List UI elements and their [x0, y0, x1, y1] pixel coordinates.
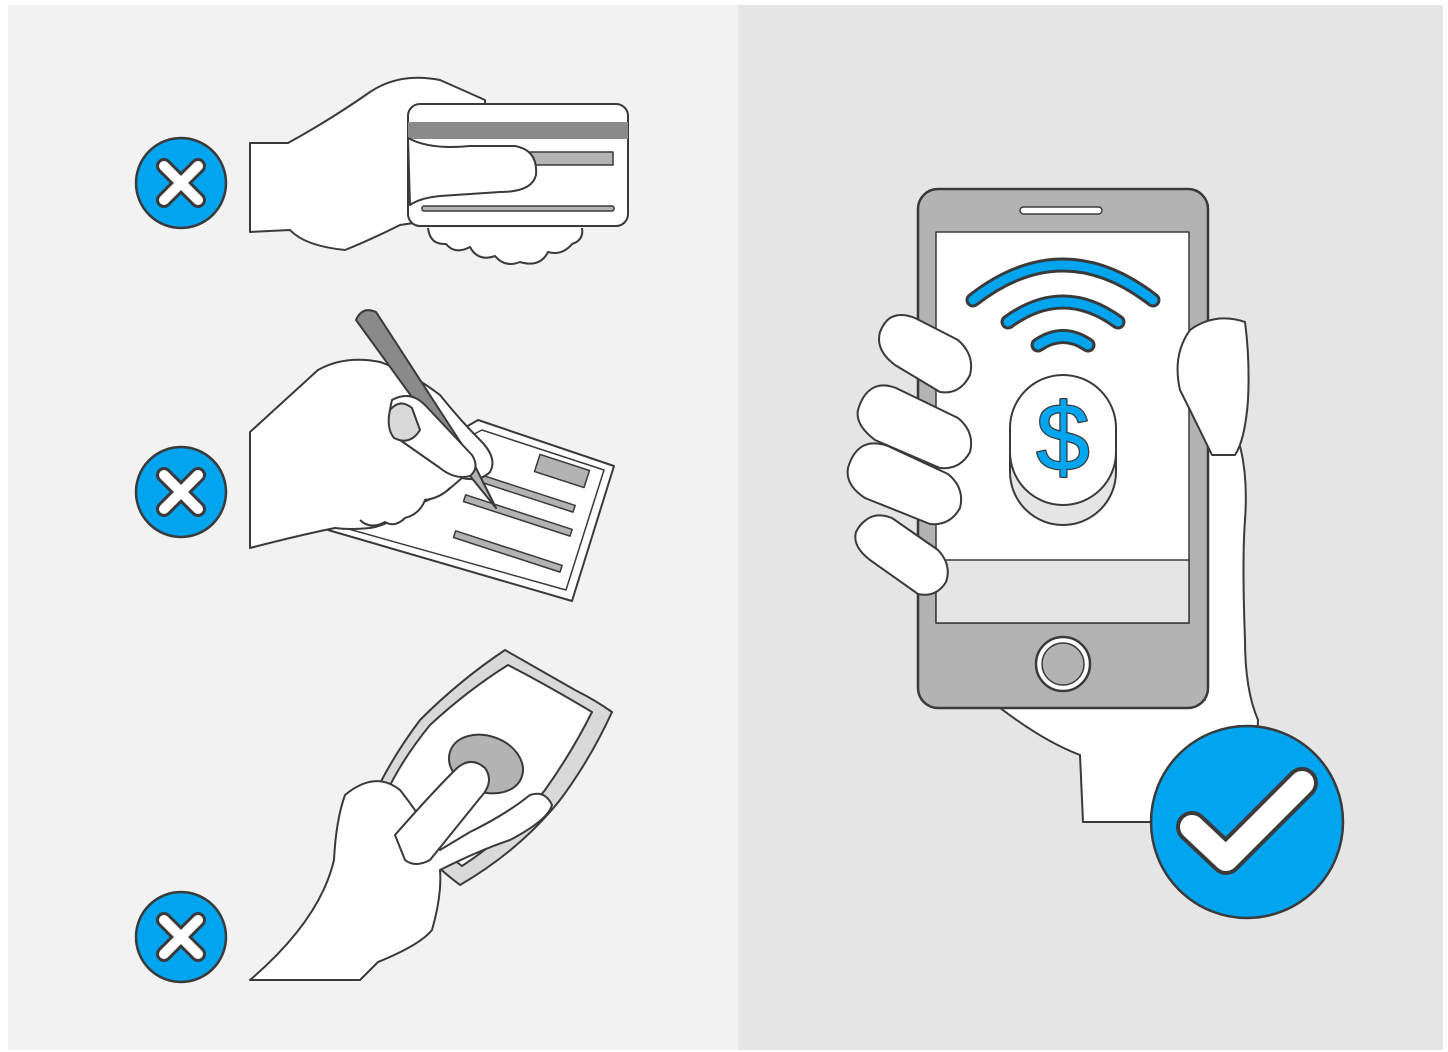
checkmark-icon	[1149, 724, 1345, 920]
payment-illustration: $	[8, 5, 1443, 1050]
x-icon	[134, 445, 228, 539]
coin-symbol: $	[1036, 384, 1089, 491]
card-number-line	[421, 205, 615, 212]
phone-speaker	[1019, 206, 1103, 215]
dollar-coin-icon: $	[1009, 374, 1117, 526]
card-magnetic-stripe	[408, 122, 628, 139]
card-signature-strip	[529, 151, 614, 166]
x-icon	[134, 890, 228, 984]
x-icon	[134, 136, 228, 230]
phone-screen-bottom-bar	[935, 559, 1190, 624]
